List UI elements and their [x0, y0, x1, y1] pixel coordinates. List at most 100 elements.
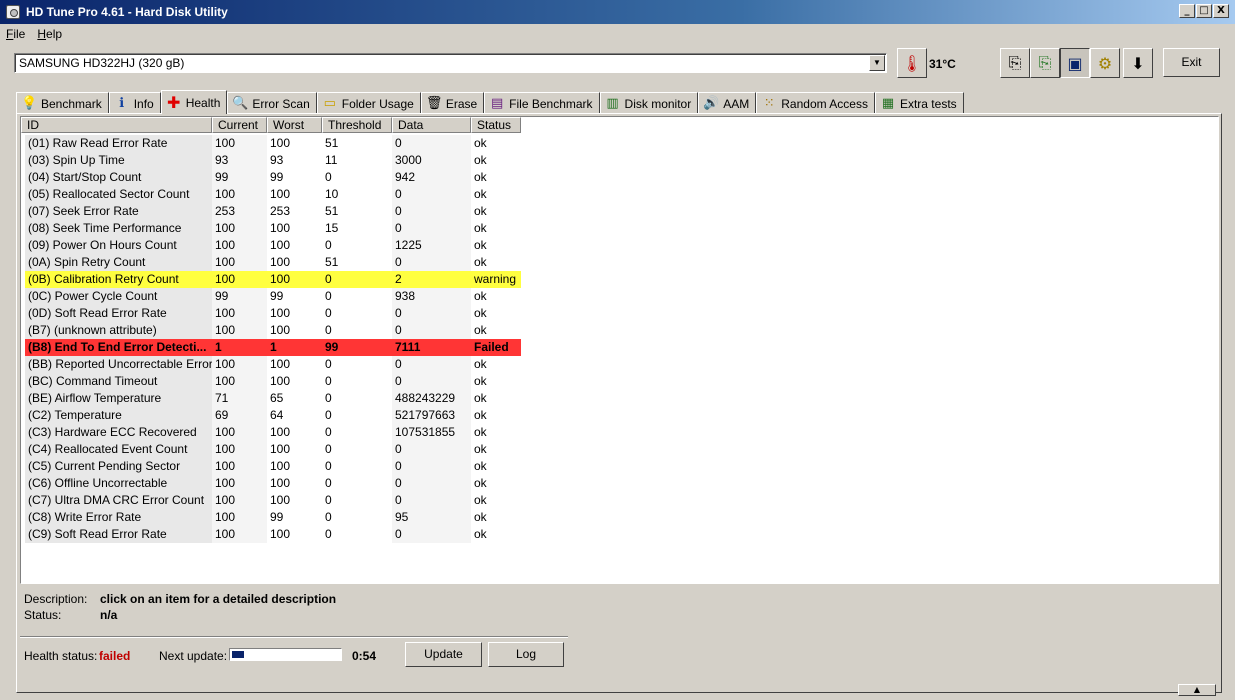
window-title: HD Tune Pro 4.61 - Hard Disk Utility [26, 5, 228, 19]
cell-status: ok [474, 238, 487, 252]
maximize-button[interactable]: □ [1196, 4, 1212, 18]
exit-button[interactable]: Exit [1163, 48, 1220, 77]
close-button[interactable]: X [1213, 4, 1229, 18]
table-row[interactable]: (C2) Temperature 69 64 0 521797663 ok [25, 407, 521, 424]
tab-random-access[interactable]: ⁙ Random Access [756, 92, 875, 114]
column-header-threshold[interactable]: Threshold [322, 117, 392, 133]
table-row[interactable]: (C8) Write Error Rate 100 99 0 95 ok [25, 509, 521, 526]
table-row[interactable]: (C7) Ultra DMA CRC Error Count 100 100 0 0 ok [25, 492, 521, 509]
cell-status: ok [474, 374, 487, 388]
cell-threshold: 51 [325, 255, 339, 269]
cell-status: ok [474, 323, 487, 337]
table-row[interactable]: (BE) Airflow Temperature 71 65 0 488243229 ok [25, 390, 521, 407]
cell-id: (09) Power On Hours Count [25, 237, 212, 254]
cell-data: 0 [392, 441, 471, 458]
cell-id: (C8) Write Error Rate [25, 509, 212, 526]
wrench-icon: ⚙ [1097, 53, 1113, 73]
tab-erase[interactable]: 🗑 Erase [420, 92, 485, 114]
copy-text-icon: ⎘ [1008, 53, 1022, 72]
cell-current: 71 [212, 390, 267, 407]
cell-data: 95 [392, 509, 471, 526]
update-button[interactable]: Update [405, 642, 482, 667]
cell-id: (01) Raw Read Error Rate [25, 135, 212, 152]
table-row[interactable]: (C5) Current Pending Sector 100 100 0 0 ok [25, 458, 521, 475]
cell-data: 0 [392, 492, 471, 509]
menu-file[interactable]: File [0, 27, 31, 41]
log-button[interactable]: Log [488, 642, 564, 667]
column-header-status[interactable]: Status [471, 117, 521, 133]
table-row[interactable]: (C3) Hardware ECC Recovered 100 100 0 107531… [25, 424, 521, 441]
table-row[interactable]: (B8) End To End Error Detecti... 1 1 99 7111… [25, 339, 521, 356]
table-row[interactable]: (C6) Offline Uncorrectable 100 100 0 0 ok [25, 475, 521, 492]
options-button[interactable]: ⚙ [1090, 48, 1120, 78]
minimize-to-tray-button[interactable]: ⬇ [1123, 48, 1153, 78]
column-header-worst[interactable]: Worst [267, 117, 322, 133]
drive-select[interactable]: SAMSUNG HD322HJ (320 gB) ▼ [14, 53, 887, 73]
column-header-id[interactable]: ID [21, 117, 212, 133]
cell-threshold: 0 [325, 408, 332, 422]
next-update-label: Next update: [159, 649, 228, 663]
temperature-button[interactable]: 🌡 [897, 48, 927, 78]
table-row[interactable]: (0D) Soft Read Error Rate 100 100 0 0 ok [25, 305, 521, 322]
cell-status: ok [474, 442, 487, 456]
table-row[interactable]: (03) Spin Up Time 93 93 11 3000 ok [25, 152, 521, 169]
cell-threshold: 0 [325, 357, 332, 371]
cell-threshold: 0 [325, 493, 332, 507]
table-row[interactable]: (B7) (unknown attribute) 100 100 0 0 ok [25, 322, 521, 339]
cell-data: 0 [392, 135, 471, 152]
table-row[interactable]: (BC) Command Timeout 100 100 0 0 ok [25, 373, 521, 390]
column-header-current[interactable]: Current [212, 117, 267, 133]
smart-attribute-list[interactable]: ID Current Worst Threshold Data Status (… [20, 116, 1219, 584]
table-row[interactable]: (BB) Reported Uncorrectable Errors 100 100… [25, 356, 521, 373]
table-row[interactable]: (C9) Soft Read Error Rate 100 100 0 0 ok [25, 526, 521, 543]
cell-status: ok [474, 153, 487, 167]
chevron-down-icon[interactable]: ▼ [869, 55, 885, 71]
cell-current: 93 [212, 152, 267, 169]
copy-screenshot-button[interactable]: ⎘ [1030, 48, 1060, 78]
cell-id: (C7) Ultra DMA CRC Error Count [25, 492, 212, 509]
magnifier-icon: 🔍 [232, 95, 249, 111]
table-row[interactable]: (07) Seek Error Rate 253 253 51 0 ok [25, 203, 521, 220]
cell-threshold: 0 [325, 323, 332, 337]
hd-tune-app-icon[interactable] [6, 5, 20, 19]
cell-id: (08) Seek Time Performance [25, 220, 212, 237]
tab-info[interactable]: ℹ Info [108, 92, 161, 114]
table-row[interactable]: (01) Raw Read Error Rate 100 100 51 0 ok [25, 135, 521, 152]
cell-worst: 100 [270, 323, 291, 337]
column-header-data[interactable]: Data [392, 117, 471, 133]
table-row[interactable]: (0A) Spin Retry Count 100 100 51 0 ok [25, 254, 521, 271]
scroll-up-button[interactable]: ▲ [1178, 684, 1216, 696]
tab-benchmark[interactable]: 💡 Benchmark [16, 92, 109, 114]
cell-id: (C9) Soft Read Error Rate [25, 526, 212, 543]
tab-aam[interactable]: 🔊 AAM [698, 92, 757, 114]
cell-threshold: 11 [325, 153, 338, 167]
table-row[interactable]: (0B) Calibration Retry Count 100 100 0 2 warn… [25, 271, 521, 288]
table-row[interactable]: (0C) Power Cycle Count 99 99 0 938 ok [25, 288, 521, 305]
status-value: n/a [100, 608, 118, 622]
cell-worst: 100 [267, 271, 322, 288]
status-label: Status: [24, 608, 62, 622]
cell-threshold: 15 [325, 221, 339, 235]
tab-error-scan[interactable]: 🔍 Error Scan [227, 92, 317, 114]
cell-data: 0 [392, 254, 471, 271]
cell-worst: 100 [270, 221, 291, 235]
cell-worst: 100 [270, 136, 291, 150]
minimize-button[interactable]: _ [1179, 4, 1195, 18]
save-button[interactable]: ▣ [1060, 48, 1090, 78]
cell-current: 100 [212, 186, 267, 203]
table-row[interactable]: (04) Start/Stop Count 99 99 0 942 ok [25, 169, 521, 186]
tab-folder-usage[interactable]: ▭ Folder Usage [316, 92, 421, 114]
menu-help[interactable]: Help [31, 27, 68, 41]
table-row[interactable]: (08) Seek Time Performance 100 100 15 0 ok [25, 220, 521, 237]
table-row[interactable]: (09) Power On Hours Count 100 100 0 1225 ok [25, 237, 521, 254]
tab-extra-tests[interactable]: ▦ Extra tests [874, 92, 964, 114]
tab-file-benchmark[interactable]: ▤ File Benchmark [484, 92, 600, 114]
copy-text-button[interactable]: ⎘ [1000, 48, 1030, 78]
cell-threshold: 0 [325, 289, 332, 303]
trash-icon: 🗑 [425, 95, 443, 111]
tab-health[interactable]: ✚ Health [160, 90, 228, 114]
table-row[interactable]: (05) Reallocated Sector Count 100 100 10 0 ok [25, 186, 521, 203]
table-row[interactable]: (C4) Reallocated Event Count 100 100 0 0 ok [25, 441, 521, 458]
tab-disk-monitor[interactable]: ▥ Disk monitor [599, 92, 699, 114]
cell-data: 7111 [392, 339, 471, 356]
